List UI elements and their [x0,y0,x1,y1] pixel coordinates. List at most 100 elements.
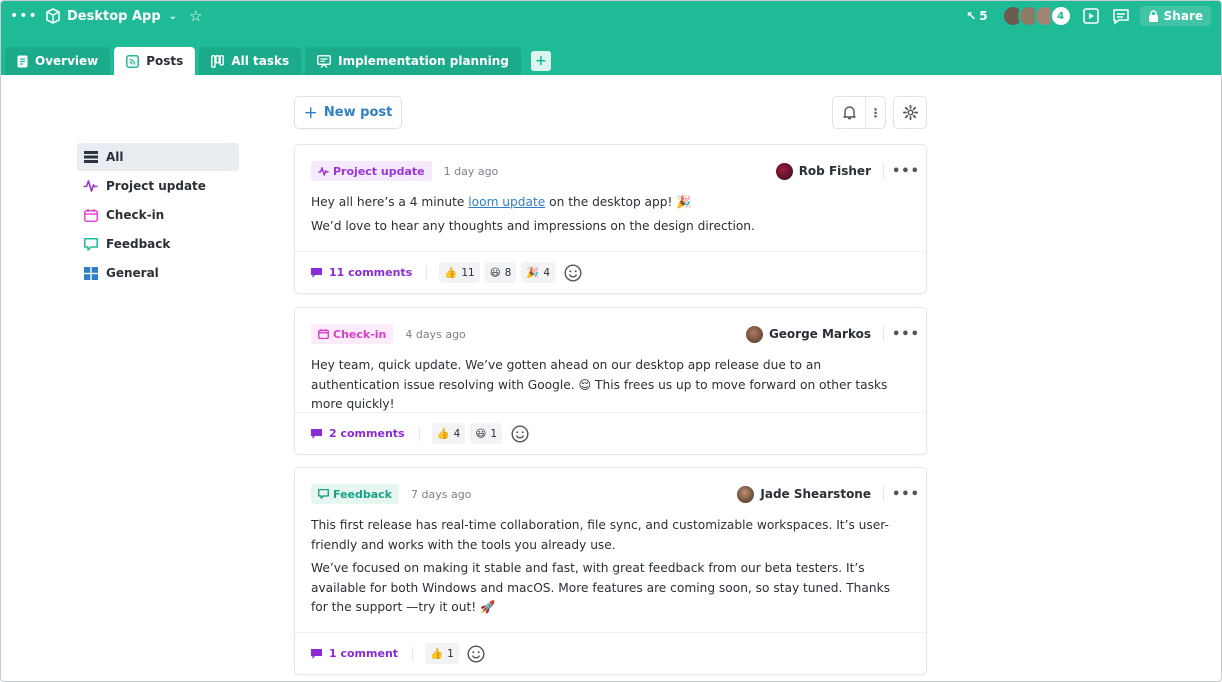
post-type-badge[interactable]: Project update [311,161,432,181]
sidebar-item-label: Project update [106,179,206,193]
new-post-button[interactable]: + New post [294,96,402,129]
sidebar-item-feedback[interactable]: Feedback [77,230,239,258]
reaction-count: 8 [504,266,512,279]
cursor-icon: ↖ [966,9,977,23]
sidebar-item-general[interactable]: General [77,259,239,287]
lock-icon [1148,10,1158,22]
post-type-badge[interactable]: Feedback [311,484,399,504]
cursor-count[interactable]: ↖ 5 [966,9,987,23]
post-body-text: Hey team, quick update. We’ve gotten ahe… [311,358,888,411]
post-card: Feedback 7 days ago Jade Shearstone ••• … [294,467,927,675]
post-body-text: This first release has real-time collabo… [311,518,889,552]
reaction-count: 1 [490,427,497,440]
post-time: 7 days ago [411,487,472,501]
reaction-thumbs-up[interactable]: 👍 4 [431,423,466,444]
post-footer: 2 comments 👍 4 😃 1 [295,412,926,454]
tab-label: Posts [146,54,184,68]
thumbs-up-icon: 👍 [430,648,444,660]
avatar [775,162,793,180]
bell-icon[interactable] [833,97,866,128]
post-author[interactable]: Jade Shearstone [737,485,871,503]
post-type-label: Project update [333,164,425,178]
comment-icon [311,428,322,439]
post-card: Project update 1 day ago Rob Fisher ••• … [294,144,927,294]
play-icon[interactable] [1080,5,1102,27]
smile-icon: 😃 [475,427,487,440]
sidebar-item-all[interactable]: All [77,143,239,171]
comment-icon [311,648,322,659]
comments-icon[interactable] [1110,5,1132,27]
sidebar-item-label: Feedback [106,237,171,251]
kanban-icon [211,54,225,68]
post-footer: 1 comment 👍 1 [295,632,926,674]
kebab-menu-icon[interactable]: ⋮ [866,97,885,128]
post-type-label: Check-in [333,327,387,341]
tab-implementation-planning[interactable]: Implementation planning [305,47,521,75]
add-reaction-icon[interactable] [563,263,582,282]
feed-icon [126,54,140,68]
new-post-label: New post [323,105,393,120]
post-more-icon[interactable]: ••• [892,487,919,502]
post-card: Check-in 4 days ago George Markos ••• He… [294,307,927,455]
share-label: Share [1163,9,1203,23]
sidebar-item-label: All [106,150,124,164]
comments-count: 1 comment [329,647,399,660]
notification-controls: ⋮ [832,96,886,129]
author-name: George Markos [768,327,871,341]
app-window: ••• Desktop App ⌄ ☆ ↖ 5 4 Share Overview… [0,0,1222,682]
reaction-party[interactable]: 🎉 4 [521,262,556,283]
thumbs-up-icon: 👍 [436,428,450,440]
chat-icon [83,237,98,252]
sidebar-item-project-update[interactable]: Project update [77,172,239,200]
thumbs-up-icon: 👍 [444,267,458,279]
share-button[interactable]: Share [1139,6,1211,26]
calendar-icon [318,329,329,339]
add-reaction-icon[interactable] [467,644,486,663]
add-tab-button[interactable]: + [530,51,551,71]
post-author[interactable]: Rob Fisher [775,162,871,180]
activity-icon [318,166,329,176]
app-title: Desktop App [67,8,161,24]
comments-link[interactable]: 1 comment [311,647,398,660]
tab-overview[interactable]: Overview [5,47,111,75]
star-icon[interactable]: ☆ [189,7,202,25]
reaction-count: 4 [453,427,461,440]
grid-icon [83,266,98,281]
settings-button[interactable] [893,96,927,129]
post-more-icon[interactable]: ••• [892,164,919,179]
tab-label: Overview [35,54,99,68]
add-reaction-icon[interactable] [510,424,529,443]
author-name: Rob Fisher [798,164,871,178]
cube-icon [46,8,60,24]
comments-link[interactable]: 11 comments [311,266,412,279]
post-body-segment: Hey all here’s a 4 minute [311,195,469,209]
member-avatars[interactable]: 4 [1001,5,1072,27]
reaction-thumbs-up[interactable]: 👍 11 [439,262,480,283]
plus-icon: + [303,102,318,123]
chat-icon [318,489,329,499]
app-title-button[interactable]: Desktop App ⌄ ☆ [45,7,202,25]
reaction-smile[interactable]: 😃 1 [470,423,502,444]
tab-all-tasks[interactable]: All tasks [199,47,302,75]
post-footer: 11 comments 👍 11 😃 8 🎉 4 [295,251,926,293]
whiteboard-icon [317,54,332,68]
comments-count: 11 comments [329,266,413,279]
sidebar-item-check-in[interactable]: Check-in [77,201,239,229]
reaction-count: 1 [447,647,454,660]
gear-icon [902,105,918,120]
post-type-label: Feedback [333,487,392,501]
chevron-down-icon[interactable]: ⌄ [169,11,177,22]
post-time: 4 days ago [405,327,466,341]
sidebar-item-label: Check-in [106,208,165,222]
post-type-badge[interactable]: Check-in [311,324,394,344]
comments-link[interactable]: 2 comments [311,427,405,440]
more-menu-icon[interactable]: ••• [10,9,38,23]
tab-bar: Overview Posts All tasks Implementation … [5,47,551,75]
tab-posts[interactable]: Posts [114,47,196,75]
post-author[interactable]: George Markos [745,325,871,343]
reaction-smile[interactable]: 😃 8 [484,262,517,283]
reaction-thumbs-up[interactable]: 👍 1 [425,643,459,664]
post-more-icon[interactable]: ••• [892,327,919,342]
loom-update-link[interactable]: loom update [468,195,545,209]
post-body-text: We’d love to hear any thoughts and impre… [311,218,755,233]
